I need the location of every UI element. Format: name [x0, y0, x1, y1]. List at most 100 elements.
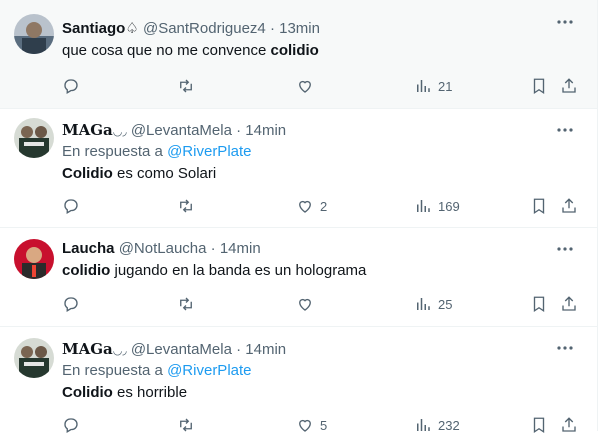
share-icon	[562, 78, 576, 93]
like-button[interactable]	[296, 76, 320, 96]
display-name[interactable]: Santiago	[62, 20, 125, 37]
bookmark-button[interactable]	[530, 76, 548, 96]
tweet[interactable]: Santiago♤ @SantRodriguez4 · 13min que co…	[0, 0, 597, 109]
display-name[interactable]: MAGa	[62, 121, 113, 139]
tweet-text-plain: jugando en la banda es un holograma	[110, 262, 367, 279]
timestamp[interactable]: 14min	[245, 122, 286, 139]
timeline: Santiago♤ @SantRodriguez4 · 13min que co…	[0, 0, 598, 434]
separator: ·	[206, 240, 220, 257]
more-icon[interactable]	[555, 120, 575, 140]
tweet[interactable]: MAGa◡◞ @LevantaMela · 14min En respuesta…	[0, 108, 597, 228]
avatar[interactable]	[14, 239, 54, 279]
like-count: 5	[320, 417, 328, 433]
share-button[interactable]	[560, 294, 578, 314]
retweet-button[interactable]	[177, 294, 195, 314]
bookmark-icon	[533, 78, 545, 95]
retweet-button[interactable]	[177, 196, 195, 216]
tweet-text: colidio jugando en la banda es un hologr…	[62, 261, 366, 281]
tweet-text-plain: es como Solari	[112, 165, 217, 182]
timestamp[interactable]: 13min	[279, 20, 320, 37]
tweet-text: que cosa que no me convence colidio	[62, 41, 319, 61]
bookmark-icon	[533, 198, 545, 215]
share-icon	[562, 198, 576, 213]
bookmark-icon	[533, 417, 545, 434]
view-count: 169	[438, 198, 460, 214]
share-button[interactable]	[560, 415, 578, 435]
action-bar: 21	[62, 76, 582, 96]
reply-mention-link[interactable]: @RiverPlate	[167, 143, 251, 160]
views-button[interactable]: 169	[414, 196, 460, 216]
like-icon	[299, 200, 311, 213]
reply-icon	[64, 199, 78, 214]
share-button[interactable]	[560, 196, 578, 216]
tweet[interactable]: MAGa◡◞ @LevantaMela · 14min En respuesta…	[0, 326, 597, 436]
more-icon[interactable]	[555, 12, 575, 32]
retweet-icon	[180, 79, 192, 93]
reply-icon	[64, 297, 78, 312]
separator: ·	[231, 122, 246, 139]
tweet[interactable]: Laucha @NotLaucha · 14min colidio jugand…	[0, 227, 597, 327]
reply-button[interactable]	[62, 415, 80, 435]
handle[interactable]: @LevantaMela	[131, 341, 232, 358]
action-bar: 25	[62, 294, 582, 314]
bookmark-icon	[533, 296, 545, 313]
like-icon	[299, 80, 311, 93]
views-icon	[417, 419, 430, 431]
handle[interactable]: @SantRodriguez4	[143, 20, 266, 37]
avatar[interactable]	[14, 118, 54, 158]
tweet-text: Colidio es horrible	[62, 383, 187, 403]
retweet-button[interactable]	[177, 76, 195, 96]
tweet-header: MAGa◡◞ @LevantaMela · 14min	[62, 339, 286, 361]
display-name[interactable]: MAGa	[62, 340, 113, 358]
action-bar: 5 232	[62, 415, 582, 435]
like-button[interactable]: 2	[296, 196, 327, 216]
view-count: 232	[438, 417, 460, 433]
like-button[interactable]: 5	[296, 415, 327, 435]
like-icon	[299, 419, 311, 432]
retweet-button[interactable]	[177, 415, 195, 435]
timestamp[interactable]: 14min	[220, 240, 261, 257]
more-icon[interactable]	[555, 239, 575, 259]
bookmark-button[interactable]	[530, 294, 548, 314]
tweet-header: Laucha @NotLaucha · 14min	[62, 239, 261, 259]
avatar[interactable]	[14, 14, 54, 54]
views-icon	[417, 298, 430, 310]
views-button[interactable]: 25	[414, 294, 452, 314]
reply-mention-link[interactable]: @RiverPlate	[167, 362, 251, 379]
like-count: 2	[320, 198, 328, 214]
retweet-icon	[180, 199, 192, 213]
share-icon	[562, 296, 576, 311]
reply-prefix: En respuesta a	[62, 362, 168, 379]
handle[interactable]: @NotLaucha	[119, 240, 207, 257]
tweet-text-bold: colidio	[62, 262, 111, 279]
handle[interactable]: @LevantaMela	[131, 122, 232, 139]
reply-icon	[64, 79, 78, 94]
separator: ·	[265, 20, 280, 37]
views-button[interactable]: 232	[414, 415, 460, 435]
views-button[interactable]: 21	[414, 76, 452, 96]
like-button[interactable]	[296, 294, 320, 314]
tweet-text-bold: Colidio	[62, 384, 113, 401]
tweet-text: Colidio es como Solari	[62, 164, 216, 184]
reply-icon	[64, 418, 78, 433]
tweet-text-plain: que cosa que no me convence	[62, 42, 271, 59]
share-icon	[562, 417, 576, 432]
bookmark-button[interactable]	[530, 415, 548, 435]
display-name[interactable]: Laucha	[62, 240, 115, 257]
retweet-icon	[180, 297, 192, 311]
timestamp[interactable]: 14min	[245, 341, 286, 358]
reply-context: En respuesta a @RiverPlate	[62, 361, 252, 381]
avatar[interactable]	[14, 338, 54, 378]
reply-prefix: En respuesta a	[62, 143, 168, 160]
share-button[interactable]	[560, 76, 578, 96]
reply-context: En respuesta a @RiverPlate	[62, 142, 252, 162]
reply-button[interactable]	[62, 196, 80, 216]
tweet-text-bold: Colidio	[62, 165, 113, 182]
reply-button[interactable]	[62, 294, 80, 314]
more-icon[interactable]	[555, 338, 575, 358]
bookmark-button[interactable]	[530, 196, 548, 216]
emoji-icon: ◡◞	[112, 126, 127, 138]
tweet-text-plain: es horrible	[112, 384, 188, 401]
reply-button[interactable]	[62, 76, 80, 96]
emoji-icon: ◡◞	[112, 345, 127, 357]
